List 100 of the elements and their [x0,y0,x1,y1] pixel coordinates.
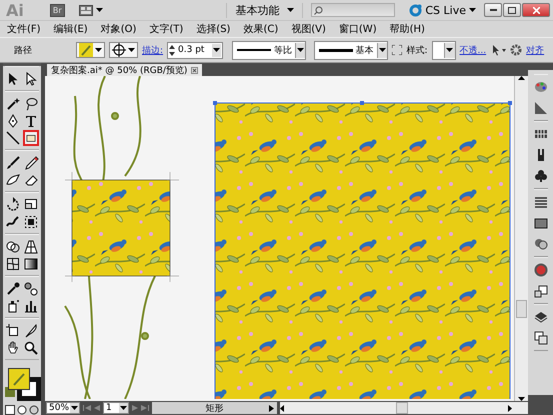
eyedropper-icon[interactable] [5,280,21,297]
close-icon [532,6,540,14]
page-field[interactable]: 1 [103,402,129,414]
document-tab[interactable]: 复杂图案.ai* @ 50% (RGB/预览) [47,64,202,76]
scroll-thumb[interactable] [396,402,408,414]
play-arrow-icon[interactable] [269,404,274,412]
caret-icon [446,48,454,52]
pages-icon[interactable] [534,331,548,345]
club-icon[interactable] [534,169,548,183]
overlap-circles-icon[interactable] [534,237,548,251]
next-page-icon[interactable] [132,405,138,411]
minimize-button[interactable] [484,3,502,17]
menu-item[interactable]: 编辑(E) [52,22,89,36]
restore-icon [508,6,516,14]
search-field[interactable] [311,3,396,17]
caret-icon [213,48,220,52]
zoom-field[interactable]: 50% [46,402,80,414]
caret-icon [297,48,304,52]
brush-dropdown[interactable]: 基本 [314,40,388,60]
caret-icon [469,8,476,12]
style-swatch[interactable] [432,40,456,60]
pattern-tile[interactable] [72,180,170,276]
lines-icon[interactable] [534,195,548,209]
caret-icon [128,48,135,52]
menu-item[interactable]: 窗口(W) [338,22,378,36]
opacity-link[interactable]: 不透... [460,44,486,56]
menu-item[interactable]: 视图(V) [290,22,327,36]
profile-dropdown[interactable]: 等比 [232,40,306,60]
gradient-triangle-icon[interactable] [534,101,548,115]
previous-page-icon[interactable] [94,405,100,411]
selection-label: 路径 [14,44,33,56]
brush-swatch-icon [79,43,93,57]
paintbrush-icon[interactable] [5,154,21,171]
circle-icon[interactable] [534,263,548,277]
fill-color-swatch[interactable] [8,368,30,390]
menu-item[interactable]: 文字(T) [148,22,184,36]
status-text[interactable]: 矩形 [206,402,224,414]
scroll-thumb[interactable] [516,300,527,318]
knife-icon[interactable] [23,322,39,339]
gear-icon[interactable] [510,44,522,56]
first-page-icon[interactable] [83,405,91,411]
cs-live-button[interactable]: CS Live [409,4,476,16]
last-page-icon[interactable] [141,405,149,411]
artboard-icon[interactable] [5,322,21,339]
pointer-icon[interactable] [490,44,506,56]
stroke-line-icon [319,48,353,52]
arrange-documents-icon[interactable] [78,4,93,16]
stroke-link[interactable]: 描边: [142,44,164,56]
down-arrow-icon[interactable] [518,397,525,401]
layers-icon[interactable] [534,310,548,324]
stroke-line-icon [237,48,272,52]
mesh-icon[interactable] [5,256,21,272]
caret-icon [120,406,127,410]
align-link[interactable]: 对齐 [526,44,544,56]
horizontal-scrollbar[interactable] [280,402,528,414]
bridge-button[interactable]: Br [50,4,65,16]
rotate-icon[interactable] [5,196,21,213]
magnifier-icon[interactable] [23,340,39,356]
palette-icon[interactable] [534,80,548,94]
menu-item[interactable]: 文件(F) [6,22,42,36]
close-button[interactable] [522,3,550,17]
minimize-icon [490,9,496,11]
caret-icon [95,48,102,52]
up-arrow-icon[interactable] [518,76,525,80]
restore-button[interactable] [503,3,521,17]
draw-mode-icon[interactable] [5,405,15,415]
style-label: 样式: [406,44,428,56]
line-icon[interactable] [5,130,21,146]
spinner-icon [168,44,176,56]
blend-icon[interactable] [23,280,39,297]
menu-item[interactable]: 选择(S) [195,22,232,36]
shape-builder-icon[interactable] [5,238,21,255]
search-icon [314,6,324,14]
swatches-icon[interactable] [534,127,548,141]
transform-icon[interactable] [23,214,39,230]
right-arrow-icon[interactable] [508,404,512,412]
pencil-icon[interactable] [23,154,39,171]
gradient-icon[interactable] [23,256,39,272]
wand-icon[interactable] [5,96,21,112]
rectangle-icon[interactable] [23,130,39,146]
caret-icon [71,406,78,410]
vertical-scrollbar[interactable] [514,76,528,401]
menu-item[interactable]: 对象(O) [100,22,138,36]
close-icon[interactable] [191,66,198,74]
perspective-grid-icon[interactable] [23,238,39,255]
caret-icon [96,8,103,12]
crosshair-swatch-icon [112,43,126,57]
workspace-switcher[interactable]: 基本功能 [226,2,304,18]
left-arrow-icon[interactable] [280,404,284,412]
caret-icon [287,8,294,12]
fill-swatch[interactable] [76,42,105,58]
stroke-weight-field[interactable]: 0.3 pt [167,42,224,58]
frame-corners-icon[interactable] [392,45,402,55]
stroke-swatch[interactable] [109,42,138,58]
menu-item[interactable]: 效果(C) [242,22,280,36]
caret-icon [379,48,386,52]
overlap-squares-icon[interactable] [534,284,548,298]
menu-item[interactable]: 帮助(H) [388,22,426,36]
ring-icon [409,4,422,16]
gradient-rectangle-icon[interactable] [534,216,548,230]
